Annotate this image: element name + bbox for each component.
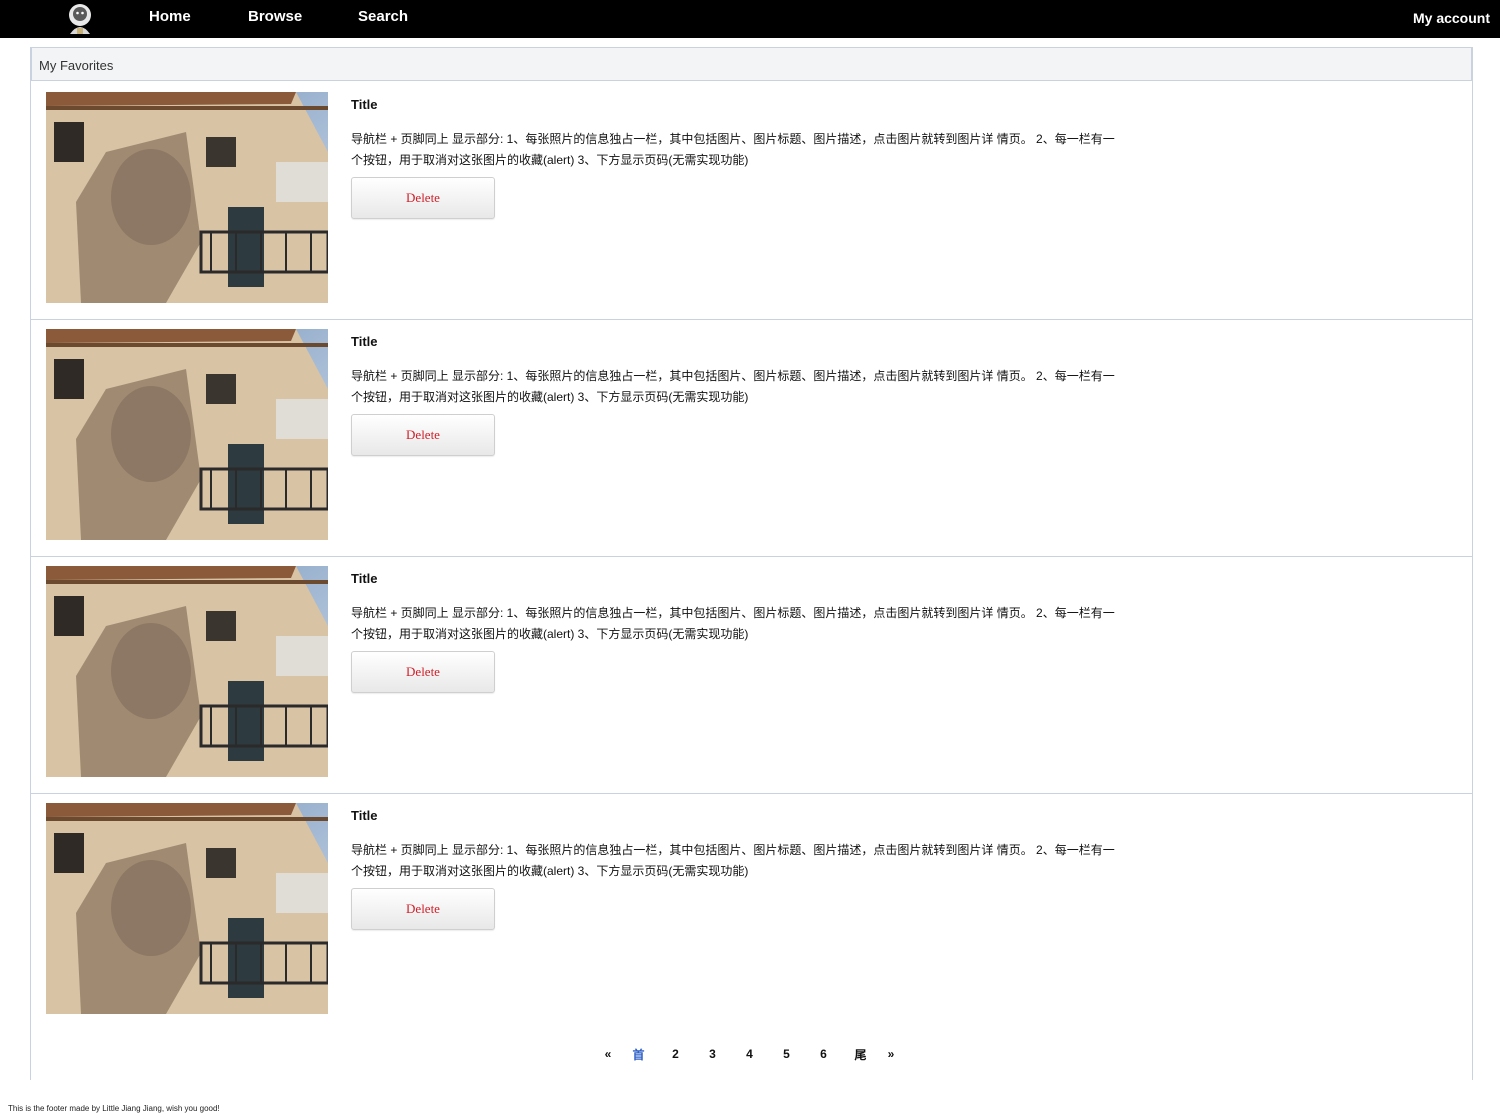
favorite-title: Title xyxy=(351,571,378,586)
favorite-image[interactable] xyxy=(46,566,328,777)
favorite-description: 导航栏 + 页脚同上 显示部分: 1、每张照片的信息独占一栏，其中包括图片、图片… xyxy=(351,840,1311,882)
pagination-page-2[interactable]: 2 xyxy=(657,1047,694,1061)
favorite-item: Title 导航栏 + 页脚同上 显示部分: 1、每张照片的信息独占一栏，其中包… xyxy=(31,83,1472,320)
favorite-image[interactable] xyxy=(46,329,328,540)
description-line: 导航栏 + 页脚同上 显示部分: 1、每张照片的信息独占一栏，其中包括图片、图片… xyxy=(351,369,1115,383)
delete-button[interactable]: Delete xyxy=(351,414,495,456)
favorite-description: 导航栏 + 页脚同上 显示部分: 1、每张照片的信息独占一栏，其中包括图片、图片… xyxy=(351,603,1311,645)
pagination-prev-button[interactable]: « xyxy=(596,1047,620,1061)
favorite-image[interactable] xyxy=(46,803,328,1014)
pagination-first-page[interactable]: 首 xyxy=(620,1046,657,1063)
delete-button[interactable]: Delete xyxy=(351,177,495,219)
favorite-item: Title 导航栏 + 页脚同上 显示部分: 1、每张照片的信息独占一栏，其中包… xyxy=(31,320,1472,557)
pagination-page-6[interactable]: 6 xyxy=(805,1047,842,1061)
description-line: 导航栏 + 页脚同上 显示部分: 1、每张照片的信息独占一栏，其中包括图片、图片… xyxy=(351,606,1115,620)
top-navbar: Home Browse Search My account xyxy=(0,0,1500,38)
favorite-title: Title xyxy=(351,808,378,823)
nav-search[interactable]: Search xyxy=(358,8,408,25)
description-line: 导航栏 + 页脚同上 显示部分: 1、每张照片的信息独占一栏，其中包括图片、图片… xyxy=(351,132,1115,146)
nav-home[interactable]: Home xyxy=(149,8,191,25)
favorite-description: 导航栏 + 页脚同上 显示部分: 1、每张照片的信息独占一栏，其中包括图片、图片… xyxy=(351,129,1311,171)
favorite-item: Title 导航栏 + 页脚同上 显示部分: 1、每张照片的信息独占一栏，其中包… xyxy=(31,794,1472,1031)
pagination-page-3[interactable]: 3 xyxy=(694,1047,731,1061)
description-line: 个按钮，用于取消对这张图片的收藏(alert) 3、下方显示页码(无需实现功能) xyxy=(351,627,749,641)
panel-header: My Favorites xyxy=(31,47,1472,81)
footer-note: This is the footer made by Little Jiang … xyxy=(8,1104,220,1113)
description-line: 个按钮，用于取消对这张图片的收藏(alert) 3、下方显示页码(无需实现功能) xyxy=(351,390,749,404)
nav-browse[interactable]: Browse xyxy=(248,8,302,25)
pagination: « 首 2 3 4 5 6 尾 » xyxy=(596,1044,903,1064)
favorite-title: Title xyxy=(351,334,378,349)
description-line: 导航栏 + 页脚同上 显示部分: 1、每张照片的信息独占一栏，其中包括图片、图片… xyxy=(351,843,1115,857)
description-line: 个按钮，用于取消对这张图片的收藏(alert) 3、下方显示页码(无需实现功能) xyxy=(351,864,749,878)
favorite-description: 导航栏 + 页脚同上 显示部分: 1、每张照片的信息独占一栏，其中包括图片、图片… xyxy=(351,366,1311,408)
favorite-item: Title 导航栏 + 页脚同上 显示部分: 1、每张照片的信息独占一栏，其中包… xyxy=(31,557,1472,794)
logo-icon[interactable] xyxy=(60,0,100,36)
favorite-image[interactable] xyxy=(46,92,328,303)
favorite-title: Title xyxy=(351,97,378,112)
favorites-panel: My Favorites Title 导航栏 + 页脚同上 显示部分: 1、每张… xyxy=(30,47,1473,1080)
delete-button[interactable]: Delete xyxy=(351,651,495,693)
nav-my-account[interactable]: My account xyxy=(1413,10,1490,26)
pagination-page-5[interactable]: 5 xyxy=(768,1047,805,1061)
pagination-page-4[interactable]: 4 xyxy=(731,1047,768,1061)
panel-title: My Favorites xyxy=(39,58,114,73)
pagination-last-page[interactable]: 尾 xyxy=(842,1046,879,1063)
pagination-next-button[interactable]: » xyxy=(879,1047,903,1061)
description-line: 个按钮，用于取消对这张图片的收藏(alert) 3、下方显示页码(无需实现功能) xyxy=(351,153,749,167)
delete-button[interactable]: Delete xyxy=(351,888,495,930)
